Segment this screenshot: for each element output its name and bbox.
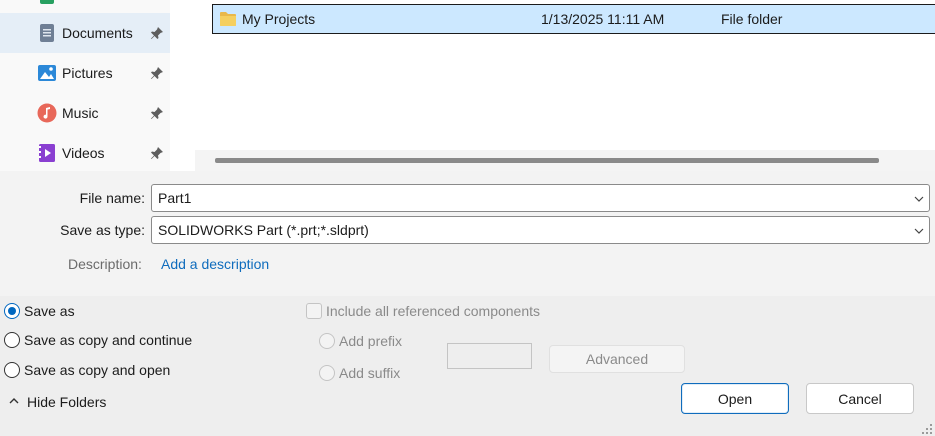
include-referenced-checkbox[interactable]: Include all referenced components: [306, 303, 540, 319]
pin-icon[interactable]: [149, 25, 165, 41]
open-button[interactable]: Open: [681, 383, 789, 414]
radio-label: Save as copy and open: [24, 362, 171, 378]
pictures-icon: [37, 63, 57, 83]
checkbox[interactable]: [306, 303, 322, 319]
radio-save-as-copy-open[interactable]: Save as copy and open: [4, 362, 170, 378]
radio-label: Add suffix: [339, 365, 401, 381]
nav-item-label: Music: [62, 105, 99, 121]
file-list-pane: My Projects 1/13/2025 11:11 AM File fold…: [191, 0, 935, 171]
videos-icon: [37, 143, 57, 163]
chevron-down-icon[interactable]: [913, 192, 925, 204]
file-name-combobox[interactable]: Part1: [151, 184, 930, 212]
radio-button[interactable]: [319, 333, 335, 349]
description-label: Description:: [68, 256, 142, 272]
radio-button[interactable]: [4, 303, 20, 319]
hide-folders-label: Hide Folders: [27, 394, 107, 410]
cancel-button[interactable]: Cancel: [806, 383, 914, 414]
file-date-cell: 1/13/2025 11:11 AM: [541, 11, 665, 27]
chevron-down-icon[interactable]: [913, 224, 925, 236]
radio-add-suffix[interactable]: Add suffix: [319, 365, 400, 381]
music-icon: [37, 103, 57, 123]
nav-item-videos[interactable]: Videos: [0, 133, 170, 173]
file-type-cell: File folder: [721, 11, 783, 27]
radio-save-as-copy-continue[interactable]: Save as copy and continue: [4, 332, 192, 348]
documents-icon: [37, 23, 57, 43]
file-name-value: Part1: [158, 190, 192, 206]
save-type-value: SOLIDWORKS Part (*.prt;*.sldprt): [158, 222, 369, 238]
radio-button[interactable]: [319, 365, 335, 381]
save-type-label: Save as type:: [60, 222, 145, 238]
navigation-pane: Documents Pictures Music Videos: [0, 0, 170, 171]
file-name-label: File name:: [79, 190, 145, 206]
nav-item-label: Videos: [62, 145, 105, 161]
save-type-dropdown[interactable]: SOLIDWORKS Part (*.prt;*.sldprt): [151, 216, 930, 244]
scrollbar-thumb[interactable]: [215, 158, 879, 163]
radio-save-as[interactable]: Save as: [4, 303, 75, 319]
file-name-cell: My Projects: [242, 11, 316, 27]
file-row-my-projects[interactable]: My Projects 1/13/2025 11:11 AM File fold…: [212, 4, 935, 34]
add-description-link[interactable]: Add a description: [161, 256, 269, 272]
resize-grip-icon[interactable]: [921, 422, 933, 434]
nav-item-label: Pictures: [62, 65, 113, 81]
advanced-button[interactable]: Advanced: [549, 345, 685, 373]
nav-item-label: Documents: [62, 25, 133, 41]
hide-folders-toggle[interactable]: Hide Folders: [8, 394, 106, 410]
radio-label: Add prefix: [339, 333, 403, 349]
radio-button[interactable]: [4, 362, 20, 378]
horizontal-scrollbar[interactable]: [195, 150, 935, 171]
partial-nav-icon: [40, 0, 54, 4]
chevron-up-icon: [8, 394, 20, 410]
nav-item-documents[interactable]: Documents: [0, 13, 170, 53]
nav-item-music[interactable]: Music: [0, 93, 170, 133]
pin-icon[interactable]: [149, 65, 165, 81]
folder-icon: [219, 11, 237, 27]
nav-item-pictures[interactable]: Pictures: [0, 53, 170, 93]
checkbox-label: Include all referenced components: [326, 303, 541, 319]
pin-icon[interactable]: [149, 145, 165, 161]
nav-pane-edge: [170, 0, 191, 171]
affix-text-input[interactable]: [447, 343, 532, 369]
radio-label: Save as copy and continue: [24, 332, 193, 348]
radio-button[interactable]: [4, 332, 20, 348]
pin-icon[interactable]: [149, 105, 165, 121]
radio-label: Save as: [24, 303, 75, 319]
radio-add-prefix[interactable]: Add prefix: [319, 333, 402, 349]
